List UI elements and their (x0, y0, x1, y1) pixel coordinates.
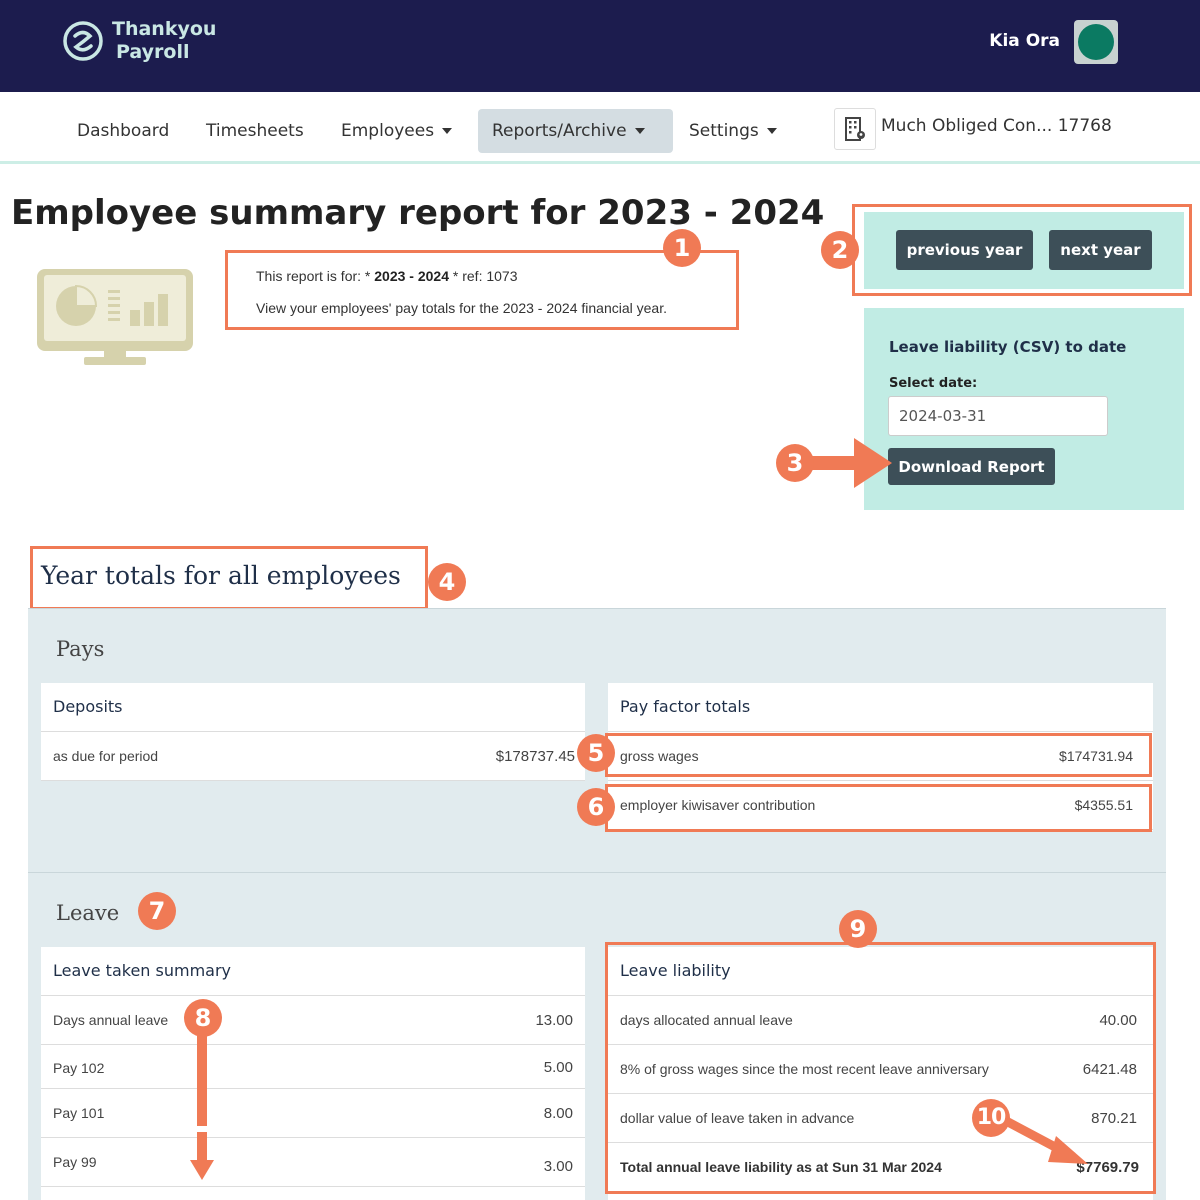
chevron-down-icon (634, 128, 645, 134)
row-label: as due for period (53, 748, 159, 764)
chevron-down-icon (442, 128, 453, 134)
deposits-title: Deposits (41, 683, 585, 732)
annotation-badge-4: 4 (428, 563, 466, 601)
logo-text: Thankyou Payroll (112, 18, 217, 63)
deposits-card: Deposits as due for period $178737.45 (41, 683, 585, 781)
nav-timesheets[interactable]: Timesheets (192, 109, 318, 153)
table-row: Pay 99 3.00 (41, 1138, 585, 1187)
pays-title: Pays (56, 637, 105, 661)
nav-employees[interactable]: Employees (327, 109, 466, 153)
nav-dashboard[interactable]: Dashboard (63, 109, 183, 153)
row-value: 8.00 (543, 1105, 573, 1122)
avatar (1078, 24, 1114, 60)
monitor-report-icon (37, 269, 193, 365)
pay-factor-title: Pay factor totals (608, 683, 1153, 732)
select-date-label: Select date: (889, 376, 978, 391)
row-label: Pay 101 (53, 1105, 105, 1121)
table-row: Pay 101 8.00 (41, 1089, 585, 1138)
chevron-down-icon (766, 128, 777, 134)
download-report-button[interactable]: Download Report (888, 448, 1055, 485)
company-name[interactable]: Much Obliged Con... 17768 (881, 116, 1112, 136)
top-bar: Thankyou Payroll Kia Ora (0, 0, 1200, 92)
annotation-badge-6: 6 (577, 788, 615, 826)
leave-title: Leave (56, 901, 120, 925)
leave-liability-panel: Leave liability (CSV) to date Select dat… (864, 308, 1184, 510)
row-value: 5.00 (543, 1059, 573, 1076)
annotation-arrow-10 (1003, 1118, 1088, 1164)
nav-settings[interactable]: Settings (675, 109, 791, 153)
leave-taken-title: Leave taken summary (41, 947, 585, 996)
annotation-box-1 (225, 250, 739, 330)
row-value: 13.00 (535, 1012, 573, 1029)
annotation-arrow-3 (808, 438, 892, 488)
leave-taken-card: Leave taken summary Days annual leave 13… (41, 947, 585, 1200)
annotation-badge-5: 5 (577, 734, 615, 772)
annotation-box-2 (852, 204, 1192, 296)
company-switch-button[interactable] (834, 108, 876, 150)
user-menu-button[interactable] (1074, 20, 1118, 64)
row-label: Pay 102 (53, 1060, 105, 1076)
nav-reports-archive[interactable]: Reports/Archive (478, 109, 673, 153)
table-row: Pay 102 5.00 (41, 1045, 585, 1089)
annotation-arrow-8 (190, 1036, 214, 1180)
annotation-badge-2: 2 (821, 231, 859, 269)
row-label: Days annual leave (53, 1012, 169, 1028)
page-title: Employee summary report for 2023 - 2024 (11, 193, 825, 233)
annotation-box-5 (605, 733, 1152, 777)
greeting-text: Kia Ora (989, 31, 1060, 51)
app-logo[interactable]: Thankyou Payroll (62, 18, 216, 64)
logo-icon (63, 21, 103, 61)
annotation-badge-7: 7 (138, 892, 176, 930)
leave-liability-title: Leave liability (CSV) to date (889, 338, 1127, 356)
annotation-badge-9: 9 (839, 910, 877, 948)
annotation-badge-8: 8 (184, 999, 222, 1037)
annotation-badge-3: 3 (776, 444, 814, 482)
date-input[interactable]: 2024-03-31 (888, 396, 1108, 436)
table-row: Days annual leave 13.00 (41, 996, 585, 1045)
annotation-badge-10: 10 (972, 1099, 1010, 1137)
building-icon (845, 117, 865, 141)
row-label: Pay 99 (53, 1154, 97, 1170)
row-value: 3.00 (543, 1158, 573, 1175)
annotation-box-4 (30, 546, 428, 610)
annotation-badge-1: 1 (663, 229, 701, 267)
annotation-box-6 (605, 784, 1152, 832)
row-value: $178737.45 (495, 748, 575, 765)
table-row: as due for period $178737.45 (41, 732, 585, 781)
